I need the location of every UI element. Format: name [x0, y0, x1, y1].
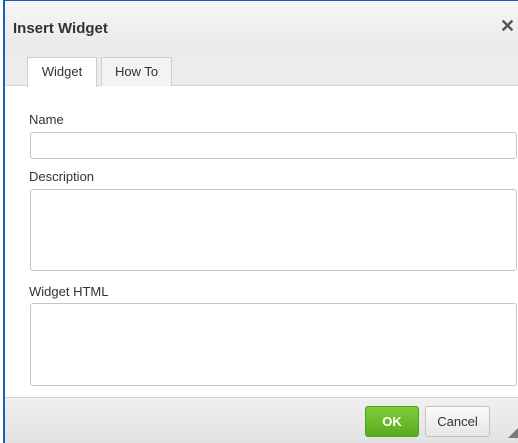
- description-textarea[interactable]: [30, 189, 517, 271]
- resize-handle-icon[interactable]: [508, 426, 518, 438]
- description-label: Description: [29, 169, 95, 184]
- tab-widget[interactable]: Widget: [27, 57, 97, 87]
- dialog-titlebar[interactable]: Insert Widget ✕: [5, 1, 518, 49]
- ok-button[interactable]: OK: [365, 406, 419, 437]
- widget-html-label: Widget HTML: [29, 284, 109, 299]
- close-icon[interactable]: ✕: [500, 16, 515, 36]
- dialog-footer: OK Cancel: [5, 397, 518, 443]
- widget-html-textarea[interactable]: [30, 303, 517, 386]
- tab-how-to[interactable]: How To: [101, 57, 172, 86]
- name-input[interactable]: [30, 132, 517, 159]
- name-label: Name: [29, 112, 64, 127]
- dialog-title: Insert Widget: [13, 20, 108, 37]
- cancel-button[interactable]: Cancel: [425, 406, 490, 437]
- tab-bar: Widget How To: [5, 49, 518, 87]
- insert-widget-dialog: Insert Widget ✕ Widget How To Name Descr…: [3, 0, 518, 443]
